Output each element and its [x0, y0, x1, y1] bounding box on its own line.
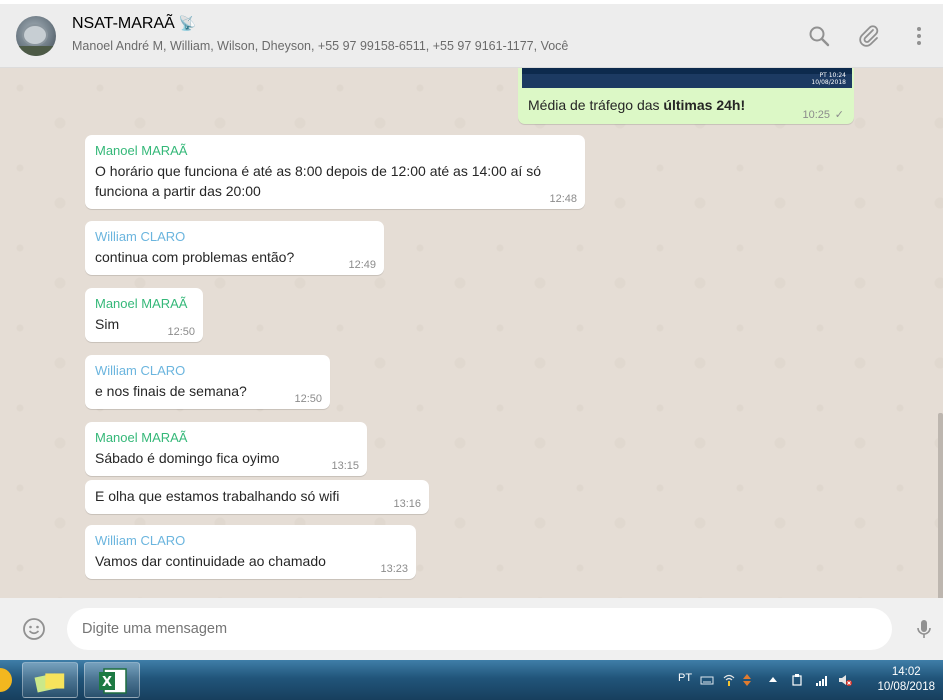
message-list-scrollbar[interactable]	[938, 413, 943, 598]
up-arrow-icon[interactable]	[740, 673, 754, 687]
message-time: 12:50	[167, 326, 195, 338]
thumbnail-taskbar	[522, 74, 852, 88]
participants-list[interactable]: Manoel André M, William, Wilson, Dheyson…	[72, 39, 568, 53]
message-sender[interactable]: Manoel MARAÃ	[95, 296, 193, 311]
windows-taskbar: X PT 14:02 10/08/2018	[0, 660, 943, 700]
message-time: 12:49	[348, 259, 376, 271]
message-time: 13:23	[380, 563, 408, 575]
incoming-message[interactable]: Manoel MARAÃ Sábado é domingo fica oyimo…	[85, 422, 367, 476]
message-sender[interactable]: William CLARO	[95, 533, 406, 548]
svg-text:X: X	[102, 675, 112, 690]
message-text: Vamos dar continuidade ao chamado	[95, 553, 326, 569]
group-avatar[interactable]	[16, 16, 56, 56]
network-icon[interactable]	[722, 673, 736, 687]
message-time: 10:25	[802, 109, 830, 121]
taskbar-sticky-notes[interactable]	[22, 662, 78, 698]
chat-title[interactable]: NSAT-MARAÃ 📡	[72, 15, 196, 33]
language-indicator[interactable]: PT	[678, 672, 692, 684]
message-sender[interactable]: William CLARO	[95, 229, 374, 244]
satellite-dish-image	[22, 24, 48, 46]
emoji-icon[interactable]	[22, 617, 46, 641]
message-time: 13:15	[331, 460, 359, 472]
clock-time: 14:02	[891, 666, 921, 678]
thumbnail-clock-date: 10/08/2018	[811, 79, 846, 86]
message-text: e nos finais de semana?	[95, 383, 247, 399]
thumbnail-tray-text: PT 10:24 10/08/2018	[811, 72, 846, 86]
microphone-icon[interactable]	[912, 617, 936, 641]
keyboard-icon[interactable]	[700, 673, 714, 687]
message-time: 13:16	[393, 498, 421, 510]
top-divider	[0, 0, 943, 4]
thumbnail-clock-time: 10:24	[828, 72, 846, 79]
outgoing-image-message[interactable]: PT 10:24 10/08/2018 Média de tráfego das…	[518, 68, 854, 124]
message-time: 12:48	[549, 193, 577, 205]
taskbar-excel[interactable]: X	[84, 662, 140, 698]
message-text: Sábado é domingo fica oyimo	[95, 450, 280, 466]
message-text: E olha que estamos trabalhando só wifi	[95, 488, 340, 504]
incoming-message[interactable]: William CLARO Vamos dar continuidade ao …	[85, 525, 416, 579]
search-icon[interactable]	[807, 24, 831, 48]
message-composer	[0, 598, 943, 660]
message-sender[interactable]: William CLARO	[95, 363, 320, 378]
traffic-screenshot-thumbnail[interactable]: PT 10:24 10/08/2018	[522, 68, 852, 88]
volume-muted-icon[interactable]	[838, 673, 852, 687]
excel-icon: X	[99, 668, 127, 694]
message-time: 12:50	[294, 393, 322, 405]
image-caption-prefix: Média de tráfego das	[528, 97, 664, 113]
image-caption-bold: últimas 24h!	[663, 97, 746, 113]
attach-icon[interactable]	[857, 24, 881, 48]
incoming-message[interactable]: Manoel MARAÃ Sim 12:50	[85, 288, 203, 342]
message-sender[interactable]: Manoel MARAÃ	[95, 143, 575, 158]
sent-check-icon: ✓	[834, 108, 844, 121]
incoming-message[interactable]: Manoel MARAÃ O horário que funciona é at…	[85, 135, 585, 209]
incoming-message[interactable]: E olha que estamos trabalhando só wifi 1…	[85, 480, 429, 514]
show-hidden-icons[interactable]	[766, 673, 780, 687]
message-sender[interactable]: Manoel MARAÃ	[95, 430, 357, 445]
message-list[interactable]: PT 10:24 10/08/2018 Média de tráfego das…	[0, 68, 943, 598]
usb-icon[interactable]	[790, 673, 804, 687]
message-text: O horário que funciona é até as 8:00 dep…	[95, 163, 541, 199]
menu-icon[interactable]	[907, 24, 931, 48]
message-input[interactable]	[67, 608, 892, 650]
image-caption: Média de tráfego das últimas 24h!	[528, 97, 745, 113]
satellite-dish-icon: 📡	[178, 15, 197, 31]
incoming-message[interactable]: William CLARO e nos finais de semana? 12…	[85, 355, 330, 409]
system-clock[interactable]: 14:02 10/08/2018	[877, 665, 935, 695]
clock-date: 10/08/2018	[877, 681, 935, 693]
chat-title-text: NSAT-MARAÃ	[72, 15, 175, 32]
message-text: continua com problemas então?	[95, 249, 295, 265]
start-button-edge[interactable]	[0, 668, 12, 692]
signal-icon[interactable]	[815, 673, 829, 687]
incoming-message[interactable]: William CLARO continua com problemas ent…	[85, 221, 384, 275]
sticky-notes-icon	[34, 673, 65, 693]
chat-header[interactable]: NSAT-MARAÃ 📡 Manoel André M, William, Wil…	[0, 0, 943, 68]
avatar-ground	[16, 46, 56, 56]
thumbnail-tray-language: PT	[819, 72, 827, 79]
